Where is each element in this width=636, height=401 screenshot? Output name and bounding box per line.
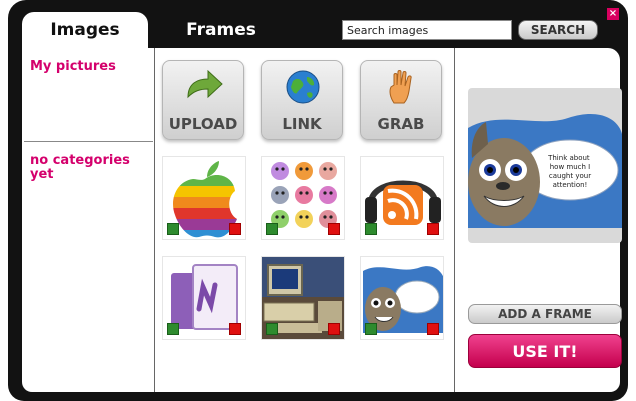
search-button[interactable]: SEARCH [518, 20, 598, 40]
preview-caption-line: attention! [553, 181, 588, 189]
delete-image-icon[interactable] [328, 223, 340, 235]
use-image-icon[interactable] [365, 223, 377, 235]
tab-frames[interactable]: Frames [162, 14, 280, 46]
use-image-icon[interactable] [365, 323, 377, 335]
delete-image-icon[interactable] [328, 323, 340, 335]
close-icon[interactable]: × [607, 8, 619, 20]
use-image-icon[interactable] [266, 223, 278, 235]
upload-button[interactable]: UPLOAD [162, 60, 244, 140]
use-it-button[interactable]: USE IT! [468, 334, 622, 368]
green-arrow-icon [187, 69, 223, 99]
preview-box: Think about how much Icaught your attenti… [468, 88, 622, 243]
grab-label: GRAB [377, 115, 425, 133]
right-divider [454, 48, 455, 392]
use-image-icon[interactable] [266, 323, 278, 335]
sidebar-divider [24, 141, 153, 142]
thumbnail-squirrel[interactable] [360, 256, 444, 340]
main-panel: My pictures no categories yet UPLOAD LIN… [22, 48, 622, 392]
thumbnail-computer[interactable] [261, 256, 345, 340]
dialog-frame: × Images Frames SEARCH My pictures no ca… [8, 0, 628, 401]
upload-label: UPLOAD [168, 115, 238, 133]
preview-caption-line: how much I [550, 163, 591, 171]
add-frame-button[interactable]: ADD A FRAME [468, 304, 622, 324]
globe-icon [286, 70, 320, 104]
use-image-icon[interactable] [167, 223, 179, 235]
sidebar-item-no-categories: no categories yet [30, 153, 130, 182]
delete-image-icon[interactable] [427, 223, 439, 235]
hand-icon [389, 70, 412, 104]
tab-images[interactable]: Images [22, 12, 148, 48]
delete-image-icon[interactable] [229, 223, 241, 235]
thumbnail-apple[interactable] [162, 156, 246, 240]
svg-text:Think about how much I: Think about how much Icaught your attenti… [547, 154, 592, 189]
thumbnail-rss[interactable] [360, 156, 444, 240]
thumbnail-notebook[interactable] [162, 256, 246, 340]
link-label: LINK [282, 115, 322, 133]
link-button[interactable]: LINK [261, 60, 343, 140]
grab-button[interactable]: GRAB [360, 60, 442, 140]
preview-caption-line: caught your [549, 172, 591, 180]
preview-image: Think about how much Icaught your attenti… [468, 113, 622, 228]
preview-caption: Think about [547, 154, 590, 162]
use-image-icon[interactable] [167, 323, 179, 335]
search-input[interactable] [342, 20, 512, 40]
delete-image-icon[interactable] [229, 323, 241, 335]
sidebar: My pictures no categories yet [22, 48, 155, 392]
delete-image-icon[interactable] [427, 323, 439, 335]
sidebar-item-my-pictures[interactable]: My pictures [30, 60, 116, 74]
thumbnail-emoticons[interactable] [261, 156, 345, 240]
